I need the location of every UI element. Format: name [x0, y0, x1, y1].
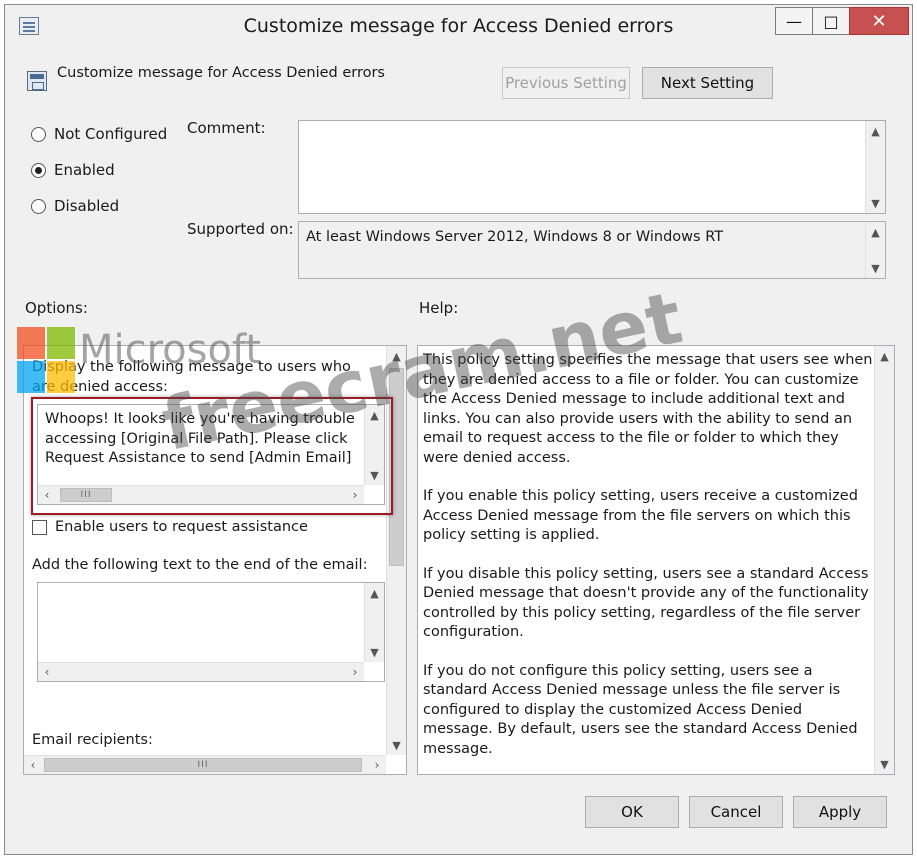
email-text-vertical-scrollbar[interactable]: ▲ ▼: [364, 583, 384, 662]
scroll-down-arrow-icon[interactable]: ▼: [866, 193, 885, 213]
apply-button[interactable]: Apply: [793, 796, 887, 828]
help-text: This policy setting specifies the messag…: [423, 351, 873, 759]
radio-circle[interactable]: [31, 198, 46, 214]
policy-dialog-window: Customize message for Access Denied erro…: [4, 4, 913, 855]
maximize-button[interactable]: □: [812, 7, 850, 35]
help-paragraph: This policy setting specifies the messag…: [423, 352, 873, 466]
radio-circle[interactable]: [31, 126, 46, 142]
supported-on-field: At least Windows Server 2012, Windows 8 …: [298, 221, 886, 279]
radio-circle-selected[interactable]: [31, 162, 46, 178]
supported-vertical-scrollbar[interactable]: ▲ ▼: [865, 222, 885, 278]
email-recipients-label: Email recipients:: [32, 732, 153, 748]
minimize-button[interactable]: —: [775, 7, 813, 35]
ok-button[interactable]: OK: [585, 796, 679, 828]
scroll-down-arrow-icon[interactable]: ▼: [875, 754, 894, 774]
help-paragraph: If you disable this policy setting, user…: [423, 565, 869, 641]
enable-request-assistance-label: Enable users to request assistance: [55, 519, 308, 535]
display-message-label: Display the following message to users w…: [32, 359, 351, 395]
help-paragraph: If you enable this policy setting, users…: [423, 488, 858, 543]
cancel-button[interactable]: Cancel: [689, 796, 783, 828]
enable-request-assistance-checkbox[interactable]: [32, 520, 47, 536]
scroll-left-arrow-icon[interactable]: ‹: [38, 663, 56, 681]
scroll-up-arrow-icon[interactable]: ▲: [387, 346, 406, 366]
radio-disabled[interactable]: Disabled: [31, 197, 119, 215]
email-additional-text-textarea[interactable]: ▲ ▼ ‹ ›: [37, 582, 385, 682]
help-panel: This policy setting specifies the messag…: [417, 345, 895, 775]
comment-textarea[interactable]: ▲ ▼: [298, 120, 886, 214]
radio-enabled[interactable]: Enabled: [31, 161, 115, 179]
supported-on-value: At least Windows Server 2012, Windows 8 …: [306, 229, 724, 245]
options-horizontal-scrollbar[interactable]: ‹ III ›: [24, 755, 386, 774]
next-setting-button[interactable]: Next Setting: [642, 67, 773, 99]
scroll-right-arrow-icon[interactable]: ›: [346, 663, 364, 681]
message-highlight-frame: [31, 397, 393, 515]
previous-setting-button[interactable]: Previous Setting: [502, 67, 630, 99]
comment-vertical-scrollbar[interactable]: ▲ ▼: [865, 121, 885, 213]
enable-request-assistance-option[interactable]: Enable users to request assistance: [32, 518, 308, 538]
supported-on-label: Supported on:: [187, 220, 294, 238]
email-text-horizontal-scrollbar[interactable]: ‹ ›: [38, 662, 364, 681]
help-label: Help:: [419, 299, 459, 317]
scroll-up-arrow-icon[interactable]: ▲: [866, 121, 885, 141]
options-label: Options:: [25, 299, 88, 317]
title-bar[interactable]: Customize message for Access Denied erro…: [5, 5, 912, 47]
radio-label: Disabled: [54, 197, 120, 215]
scroll-up-arrow-icon[interactable]: ▲: [866, 222, 885, 242]
close-button[interactable]: ✕: [849, 7, 909, 35]
radio-not-configured[interactable]: Not Configured: [31, 125, 167, 143]
policy-setting-icon: [27, 71, 47, 91]
help-vertical-scrollbar[interactable]: ▲ ▼: [874, 346, 894, 774]
radio-label: Not Configured: [54, 125, 168, 143]
help-paragraph: If you do not configure this policy sett…: [423, 662, 858, 757]
comment-label: Comment:: [187, 119, 266, 137]
scroll-up-arrow-icon[interactable]: ▲: [365, 583, 384, 603]
scroll-down-arrow-icon[interactable]: ▼: [866, 258, 885, 278]
policy-name: Customize message for Access Denied erro…: [57, 65, 385, 81]
scroll-left-arrow-icon[interactable]: ‹: [24, 756, 42, 774]
radio-label: Enabled: [54, 161, 115, 179]
scroll-down-arrow-icon[interactable]: ▼: [387, 735, 406, 755]
scroll-down-arrow-icon[interactable]: ▼: [365, 642, 384, 662]
email-text-label: Add the following text to the end of the…: [32, 557, 368, 573]
scroll-up-arrow-icon[interactable]: ▲: [875, 346, 894, 366]
scroll-right-arrow-icon[interactable]: ›: [368, 756, 386, 774]
options-horizontal-scroll-thumb[interactable]: III: [44, 758, 362, 772]
